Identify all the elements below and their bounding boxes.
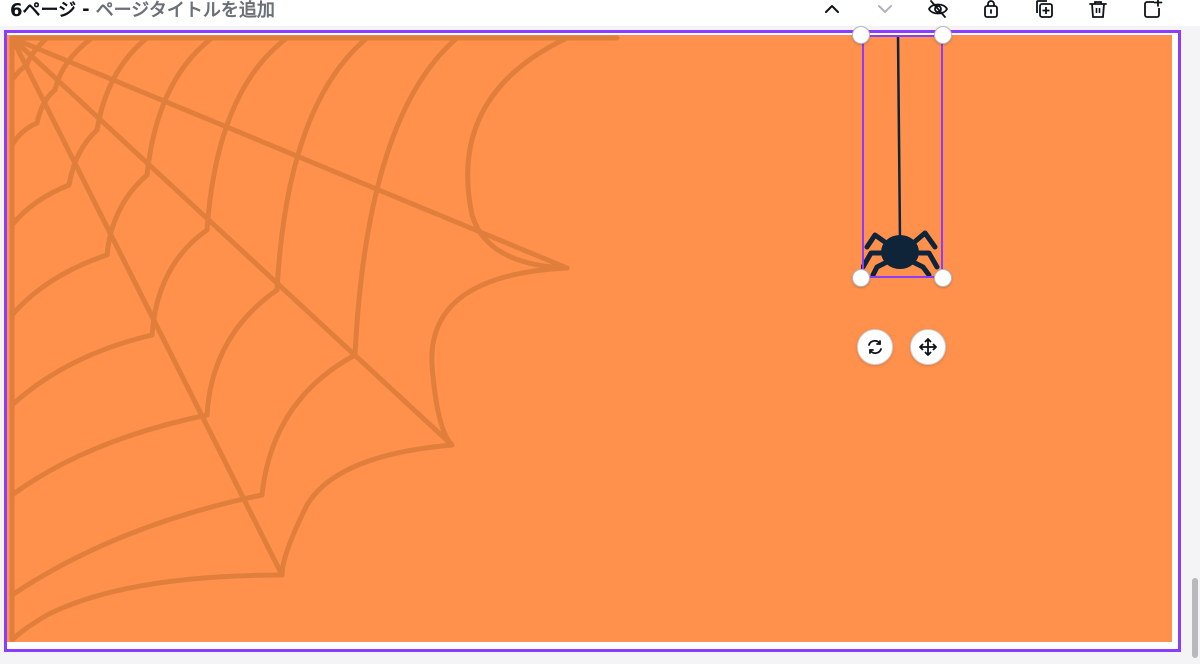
- move-page-up-button[interactable]: [817, 0, 847, 24]
- trash-icon: [1089, 1, 1107, 18]
- move-page-down-button[interactable]: [870, 0, 900, 24]
- page-canvas[interactable]: [7, 35, 1172, 642]
- page-title-input[interactable]: ページタイトルを追加: [96, 0, 275, 22]
- rotate-button[interactable]: [857, 329, 893, 365]
- duplicate-icon: [1036, 0, 1053, 18]
- page-header-bar: 6ページ - ページタイトルを追加: [0, 0, 1200, 26]
- page-number: 6ページ: [10, 0, 77, 21]
- page-separator: -: [82, 0, 90, 20]
- delete-page-button[interactable]: [1083, 0, 1113, 24]
- rotate-icon: [868, 339, 882, 355]
- resize-handle-bottom-right[interactable]: [934, 269, 952, 287]
- vertical-scrollbar[interactable]: [1192, 578, 1198, 658]
- chevron-up-icon: [825, 5, 839, 13]
- add-page-button[interactable]: [1137, 0, 1167, 24]
- selection-box: [862, 35, 943, 278]
- eye-slash-icon: [927, 0, 949, 18]
- duplicate-page-button[interactable]: [1029, 0, 1059, 24]
- add-page-icon: [1144, 0, 1163, 18]
- move-arrows-icon: [919, 338, 937, 356]
- chevron-down-icon: [878, 5, 892, 13]
- resize-handle-top-left[interactable]: [852, 26, 870, 44]
- resize-handle-top-right[interactable]: [934, 26, 952, 44]
- move-button[interactable]: [910, 329, 946, 365]
- spider-web-graphic[interactable]: [7, 35, 1172, 642]
- hide-page-button[interactable]: [923, 0, 953, 24]
- lock-page-button[interactable]: [976, 0, 1006, 24]
- resize-handle-bottom-left[interactable]: [852, 269, 870, 287]
- page-label: 6ページ - ページタイトルを追加: [10, 0, 275, 22]
- lock-icon: [984, 0, 998, 18]
